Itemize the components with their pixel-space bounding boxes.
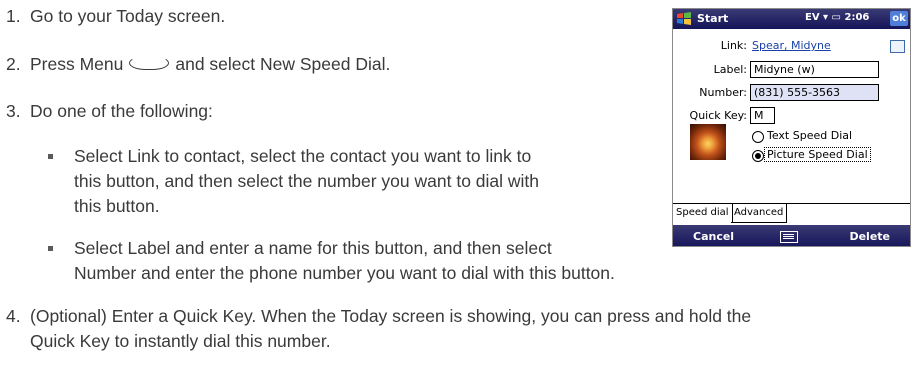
bullet-item-1: Select Link to contact, select the conta… bbox=[74, 144, 674, 219]
step-text-after: and select New Speed Dial. bbox=[175, 54, 391, 74]
bullet-line: Select Label and enter a name for this b… bbox=[74, 238, 552, 258]
text-speed-dial-radio[interactable] bbox=[752, 131, 764, 143]
step-text: Press Menu and select New Speed Dial. bbox=[30, 52, 390, 77]
step-number: 1. bbox=[6, 6, 21, 26]
step-number: 2. bbox=[6, 54, 21, 74]
cancel-button[interactable]: Cancel bbox=[693, 230, 734, 243]
bullet-line: this button, and then select the number … bbox=[74, 171, 540, 191]
tab-advanced[interactable]: Advanced bbox=[731, 204, 788, 223]
bullet-icon bbox=[48, 246, 53, 251]
status-indicators: EV ▾ ▭ 2:06 bbox=[805, 12, 870, 23]
step-number: 3. bbox=[6, 101, 21, 121]
bullet-line: Number and enter the phone number you wa… bbox=[74, 263, 615, 283]
number-input[interactable]: (831) 555-3563 bbox=[750, 84, 879, 101]
ok-button[interactable]: ok bbox=[890, 11, 908, 26]
number-label: Number: bbox=[699, 86, 747, 99]
tab-speed-dial[interactable]: Speed dial bbox=[673, 204, 733, 222]
menu-key-icon bbox=[129, 56, 170, 71]
tab-bar: Speed dial Advanced bbox=[673, 203, 910, 226]
link-to-contact-link[interactable]: Spear, Midyne bbox=[752, 39, 831, 52]
step-text: Go to your Today screen. bbox=[30, 6, 226, 26]
bullet-line: Select Link to contact, select the conta… bbox=[74, 146, 532, 166]
label-input[interactable]: Midyne (w) bbox=[750, 61, 879, 78]
bullet-item-2: Select Label and enter a name for this b… bbox=[74, 236, 774, 286]
link-label: Link: bbox=[720, 39, 747, 52]
picture-speed-dial-radio[interactable] bbox=[752, 150, 764, 162]
title-bar: Start EV ▾ ▭ 2:06 ok bbox=[673, 9, 910, 29]
keyboard-icon[interactable] bbox=[780, 231, 798, 243]
start-label[interactable]: Start bbox=[697, 12, 728, 25]
speed-dial-screen: Start EV ▾ ▭ 2:06 ok Link: Spear, Midyne… bbox=[672, 8, 911, 247]
bullet-line: this button. bbox=[74, 196, 160, 216]
delete-button[interactable]: Delete bbox=[849, 230, 890, 243]
contact-photo[interactable] bbox=[690, 124, 726, 160]
step-line: Quick Key to instantly dial this number. bbox=[30, 331, 331, 351]
bullet-icon bbox=[48, 154, 53, 159]
text-speed-dial-label[interactable]: Text Speed Dial bbox=[767, 129, 852, 142]
soft-key-bar: Cancel Delete bbox=[673, 225, 910, 246]
quick-key-input[interactable]: M bbox=[750, 107, 775, 124]
step-text: Do one of the following: bbox=[30, 101, 213, 121]
quick-key-label: Quick Key: bbox=[689, 109, 747, 122]
step-number: 4. bbox=[6, 306, 21, 326]
step-text-before: Press Menu bbox=[30, 54, 124, 74]
windows-start-icon[interactable] bbox=[676, 11, 692, 27]
step-line: (Optional) Enter a Quick Key. When the T… bbox=[30, 306, 752, 326]
label-label: Label: bbox=[713, 63, 747, 76]
picture-speed-dial-label[interactable]: Picture Speed Dial bbox=[764, 147, 871, 162]
contact-card-icon[interactable] bbox=[890, 40, 905, 53]
step-text: (Optional) Enter a Quick Key. When the T… bbox=[30, 304, 751, 354]
